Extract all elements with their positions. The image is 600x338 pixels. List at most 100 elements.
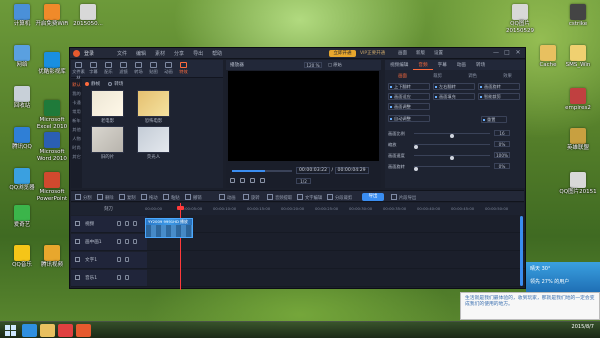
menu-export[interactable]: 导出 <box>193 50 203 57</box>
eye-icon[interactable] <box>125 239 129 244</box>
eye-icon[interactable] <box>125 257 129 262</box>
folder-icon[interactable] <box>40 324 55 337</box>
category-newyear[interactable]: 新年 <box>71 118 82 124</box>
desktop-icon-excel[interactable]: Microsoft Excel 2010 <box>32 100 72 131</box>
rotate-button[interactable]: 画面旋转 <box>478 83 520 90</box>
tool-animation[interactable]: 动画 <box>219 194 236 201</box>
tool-split[interactable]: 分割 <box>75 194 92 201</box>
weather-widget[interactable]: 晴天 30° 领先 27% 的用户 <box>526 262 600 292</box>
library-tab-music[interactable]: 配乐 <box>101 60 116 78</box>
timeline-ruler[interactable]: 刻刀 00:00:00 00:00:05:00 00:00:10:00 00:0… <box>71 203 524 215</box>
desktop-icon-lol[interactable]: 英雄联盟 <box>558 128 598 152</box>
eye-icon[interactable] <box>125 275 129 280</box>
menu-share[interactable]: 分享 <box>174 50 184 57</box>
category-common[interactable]: 常用 <box>71 109 82 115</box>
menu-edit[interactable]: 编辑 <box>136 50 146 57</box>
menu-material[interactable]: 素材 <box>155 50 165 57</box>
lock-icon[interactable] <box>117 275 121 280</box>
tool-copy[interactable]: 复制 <box>119 194 136 201</box>
tab-audio[interactable]: 音频 <box>413 60 433 70</box>
desktop-icon-cstrike[interactable]: cstrike <box>558 4 598 28</box>
subtab-effect[interactable]: 效果 <box>490 71 525 80</box>
lock-icon[interactable] <box>117 239 121 244</box>
effect-thumbnail-horror[interactable] <box>137 90 170 117</box>
preview-progress-track[interactable] <box>232 170 292 172</box>
desktop-icon-empires2[interactable]: empires2 <box>558 88 598 112</box>
track-pip[interactable]: 画中画1 <box>71 234 525 251</box>
flip-horizontal-button[interactable]: 左右翻转 <box>433 83 475 90</box>
library-tab-filter[interactable]: 滤镜 <box>116 60 131 78</box>
category-cartoon[interactable]: 卡通 <box>71 100 82 106</box>
library-tab-files[interactable]: 文件素材 <box>71 60 86 80</box>
media-icon[interactable] <box>58 324 73 337</box>
track-text[interactable]: 文字1 <box>71 252 525 269</box>
timeline-cut-button[interactable]: 刻刀 <box>104 206 113 212</box>
effect-thumbnail-old-clip[interactable] <box>91 126 124 153</box>
category-other[interactable]: 其他 <box>71 127 82 133</box>
tool-undo[interactable]: 撤销 <box>185 194 202 201</box>
notification-toast[interactable]: 生活就是我们最体验的，收到玩家，那就是我们地的一定会变成我们的使用的地方。 <box>460 292 600 320</box>
minimize-button[interactable]: — <box>492 49 500 57</box>
close-button[interactable]: ✕ <box>514 49 522 57</box>
page-indicator[interactable]: 1/2 <box>296 178 311 184</box>
tool-paste[interactable]: 粘贴 <box>163 194 180 201</box>
desktop-icon-free-wifi[interactable]: 开启免费WiFi <box>32 4 72 28</box>
menu-settings[interactable]: 设置 <box>434 50 443 56</box>
library-tab-animation[interactable]: 动画 <box>161 60 176 78</box>
tool-delete[interactable]: 删除 <box>97 194 114 201</box>
library-tab-sticker[interactable]: 贴图 <box>146 60 161 78</box>
login-link[interactable]: 登录 <box>84 50 94 57</box>
auto-adjust-button[interactable]: 自动调整 <box>388 115 430 122</box>
mute-icon[interactable] <box>133 239 137 244</box>
tab-subtitle[interactable]: 字幕 <box>433 60 452 70</box>
category-default[interactable]: 默认 <box>71 82 82 88</box>
subtab-screen[interactable]: 画面 <box>385 71 420 80</box>
category-others[interactable]: 其它 <box>71 154 82 160</box>
subtab-crop[interactable]: 裁剪 <box>420 71 455 80</box>
timeline-playhead[interactable] <box>180 203 181 290</box>
radio-static[interactable]: 静帧 <box>85 81 100 87</box>
ratio-select[interactable]: □ 原始 <box>328 62 342 68</box>
ie-icon[interactable] <box>22 324 37 337</box>
track-video[interactable]: 视频 <box>71 216 525 233</box>
fit-button[interactable]: 画面适应 <box>388 93 430 100</box>
desktop-icon-powerpoint[interactable]: Microsoft PowerPoint <box>32 172 72 203</box>
next-frame-icon[interactable] <box>260 178 265 183</box>
desktop-icon-qq-image-2[interactable]: QQ图片20151 <box>558 172 598 196</box>
stop-icon[interactable] <box>240 178 245 183</box>
prop-slider-track[interactable] <box>414 166 490 171</box>
category-fashion[interactable]: 时尚 <box>71 145 82 151</box>
timeline-scrollbar[interactable] <box>520 216 523 286</box>
menu-help[interactable]: 帮助 <box>212 50 222 57</box>
tool-rotate[interactable]: 旋转 <box>243 194 260 201</box>
prop-slider-track[interactable] <box>414 155 490 160</box>
prop-slider-track[interactable] <box>414 133 490 138</box>
lock-icon[interactable] <box>117 221 121 226</box>
effect-thumbnail-old-film[interactable] <box>91 90 124 117</box>
zoom-select[interactable]: 120 % <box>304 62 322 68</box>
desktop-icon-word[interactable]: Microsoft Word 2010 <box>32 132 72 163</box>
subtab-color[interactable]: 调色 <box>455 71 490 80</box>
prop-value[interactable]: 100% <box>494 152 510 158</box>
tool-drag[interactable]: 拖动 <box>141 194 158 201</box>
maximize-button[interactable]: □ <box>503 49 511 57</box>
mute-icon[interactable] <box>133 221 137 226</box>
desktop-icon-iqiyi[interactable]: 爱奇艺 <box>2 205 42 229</box>
menu-file[interactable]: 文件 <box>117 50 127 57</box>
tab-video-edit[interactable]: 视频编辑 <box>385 60 413 70</box>
prop-value[interactable]: 16 <box>494 130 510 136</box>
desktop-icon-sms-win[interactable]: SMS_Win <box>558 45 598 69</box>
track-music[interactable]: 音乐1 <box>71 270 525 287</box>
library-tab-effects[interactable]: 特效 <box>176 60 191 78</box>
prop-value[interactable]: 0% <box>494 141 510 147</box>
prev-frame-icon[interactable] <box>250 178 255 183</box>
flip-vertical-button[interactable]: 上下翻转 <box>388 83 430 90</box>
prop-slider-knob[interactable] <box>414 145 418 149</box>
prop-slider-knob[interactable] <box>414 167 418 171</box>
menu-new[interactable]: 新版 <box>416 50 425 56</box>
smart-crop-button[interactable]: 智能裁剪 <box>478 93 520 100</box>
category-people[interactable]: 人物 <box>71 136 82 142</box>
export-button[interactable]: 导出 <box>362 193 384 201</box>
taskbar-clock[interactable]: 2015/8/7 <box>572 324 594 330</box>
tab-animation[interactable]: 动画 <box>452 60 471 70</box>
